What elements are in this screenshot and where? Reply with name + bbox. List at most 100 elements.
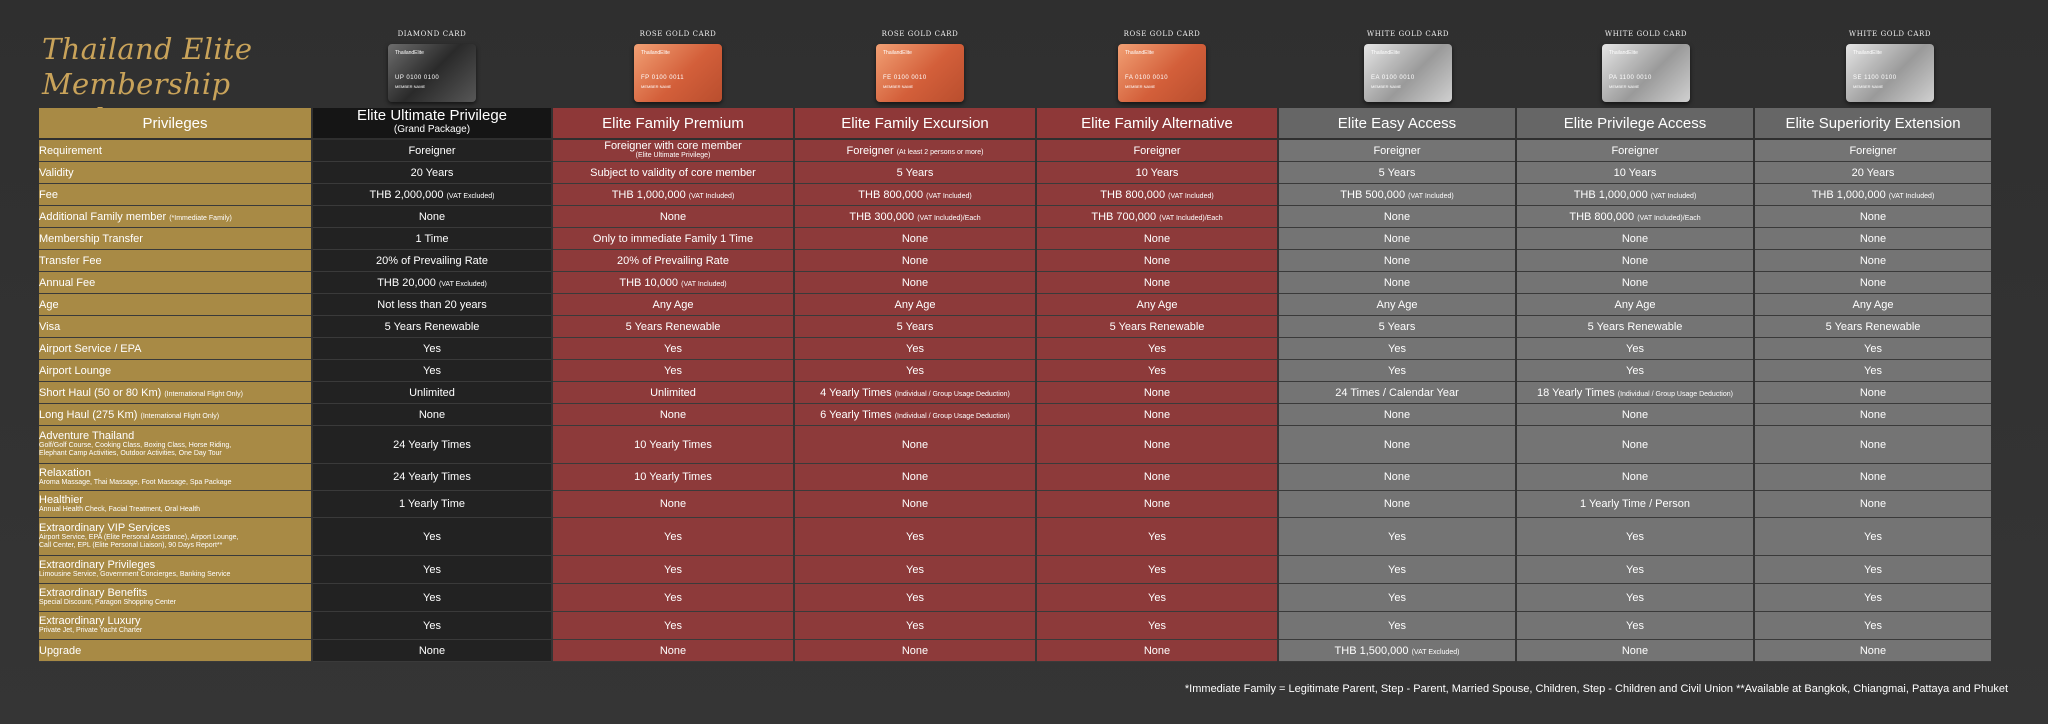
table-cell: Foreigner [1755,140,1991,162]
table-cell: Yes [313,584,551,612]
table-cell: Yes [1279,556,1515,584]
column-header-privilege-access: Elite Privilege Access [1517,108,1753,140]
table-cell: Yes [553,612,793,640]
white-gold-card-image: ThailandElite PA 1100 0010 MEMBER NAME [1602,44,1690,102]
table-cell: Yes [795,338,1035,360]
table-cell: THB 300,000 (VAT Included)/Each [795,206,1035,228]
table-cell: None [1517,228,1753,250]
row-label: Extraordinary Benefits Special Discount, … [39,584,311,612]
table-cell: None [795,491,1035,518]
card-label: ROSE GOLD CARD [1123,30,1201,38]
card-number: EA 0100 0010 [1371,75,1415,81]
table-cell: 10 Years [1037,162,1277,184]
table-cell: None [1037,404,1277,426]
table-cell: Unlimited [553,382,793,404]
card-brand: ThailandElite [1125,50,1154,56]
row-label-main: Additional Family member [39,210,167,223]
cell-main: 18 Yearly Times [1537,386,1615,399]
table-cell: Yes [553,584,793,612]
table-cell: Yes [1517,360,1753,382]
table-cell: 24 Yearly Times [313,426,551,464]
rose-gold-card-image: ThailandElite FP 0100 0011 MEMBER NAME [634,44,722,102]
table-cell: None [795,426,1035,464]
card-label: ROSE GOLD CARD [639,30,717,38]
table-cell: None [553,206,793,228]
table-cell: None [1279,404,1515,426]
card-brand: ThailandElite [1609,50,1638,56]
row-label-main: Healthier [39,493,84,506]
row-label-note: Airport Service, EPA (Elite Personal Ass… [39,534,239,541]
cell-note: (VAT Excluded) [438,280,487,288]
cell-note: (VAT Included) [1650,192,1697,200]
table-cell: 5 Years Renewable [553,316,793,338]
table-cell: Yes [313,338,551,360]
table-row: Long Haul (275 Km) (International Flight… [39,404,1991,426]
header-row: Privileges Elite Ultimate Privilege (Gra… [39,108,1991,140]
table-cell: Yes [1755,556,1991,584]
table-cell: None [1755,426,1991,464]
table-cell: None [1517,272,1753,294]
cell-main: 4 Yearly Times [820,386,892,399]
row-label: Short Haul (50 or 80 Km) (International … [39,382,311,404]
cell-main: Foreigner with core member [604,140,742,152]
cell-main: Foreigner [846,144,894,157]
card-column-family-premium: ROSE GOLD CARD ThailandElite FP 0100 001… [598,30,758,102]
table-cell: None [313,640,551,662]
card-label: WHITE GOLD CARD [1604,30,1688,38]
table-cell: Any Age [795,294,1035,316]
table-cell: Yes [553,556,793,584]
card-member: MEMBER NAME [1853,84,1884,89]
table-cell: THB 1,000,000 (VAT Included) [1517,184,1753,206]
white-gold-card-image: ThailandElite SE 1100 0100 MEMBER NAME [1846,44,1934,102]
table-cell: 24 Yearly Times [313,464,551,491]
table-cell: None [1755,491,1991,518]
cell-main: THB 1,000,000 [1573,188,1648,201]
table-cell: Yes [1517,556,1753,584]
table-cell: THB 2,000,000 (VAT Excluded) [313,184,551,206]
cell-main: THB 2,000,000 [369,188,444,201]
table-cell: None [1279,426,1515,464]
column-header-easy-access: Elite Easy Access [1279,108,1515,140]
row-label: Adventure Thailand Golf/Golf Course, Cook… [39,426,311,464]
table-row: Upgrade None None None None THB 1,500,00… [39,640,1991,662]
table-cell: Yes [1279,518,1515,556]
cell-main: THB 800,000 [858,188,924,201]
cell-note: (VAT Excluded) [446,192,495,200]
table-cell: 1 Yearly Time / Person [1517,491,1753,518]
table-cell: None [1517,640,1753,662]
card-number: UP 0100 0100 [395,75,440,81]
card-brand: ThailandElite [883,50,912,56]
card-member: MEMBER NAME [395,84,426,89]
table-cell: Foreigner (At least 2 persons or more) [795,140,1035,162]
card-number: PA 1100 0010 [1609,75,1652,81]
table-row: Age Not less than 20 years Any Age Any A… [39,294,1991,316]
table-cell: 6 Yearly Times (Individual / Group Usage… [795,404,1035,426]
table-cell: 24 Times / Calendar Year [1279,382,1515,404]
row-label: Extraordinary VIP Services Airport Servic… [39,518,311,556]
table-cell: 10 Yearly Times [553,464,793,491]
table-row: Annual Fee THB 20,000 (VAT Excluded) THB… [39,272,1991,294]
row-label: Healthier Annual Health Check, Facial Tre… [39,491,311,518]
row-label-note: (International Flight Only) [164,390,243,398]
row-label: Airport Service / EPA [39,338,311,360]
column-header-family-excursion: Elite Family Excursion [795,108,1035,140]
table-cell: None [795,228,1035,250]
row-label: Additional Family member (*Immediate Fam… [39,206,311,228]
table-cell: Only to immediate Family 1 Time [553,228,793,250]
table-cell: None [1279,250,1515,272]
table-cell: Yes [313,360,551,382]
table-cell: Yes [795,360,1035,382]
table-cell: None [1279,464,1515,491]
table-cell: 20% of Prevailing Rate [313,250,551,272]
table-cell: None [795,272,1035,294]
table-cell: Yes [553,360,793,382]
table-row: Requirement Foreigner Foreigner with cor… [39,140,1991,162]
table-cell: Yes [795,612,1035,640]
table-cell: None [1755,640,1991,662]
table-cell: Yes [1037,338,1277,360]
table-cell: None [1037,228,1277,250]
table-cell: Unlimited [313,382,551,404]
table-row: Validity 20 Years Subject to validity of… [39,162,1991,184]
table-cell: 10 Years [1517,162,1753,184]
table-cell: 20% of Prevailing Rate [553,250,793,272]
